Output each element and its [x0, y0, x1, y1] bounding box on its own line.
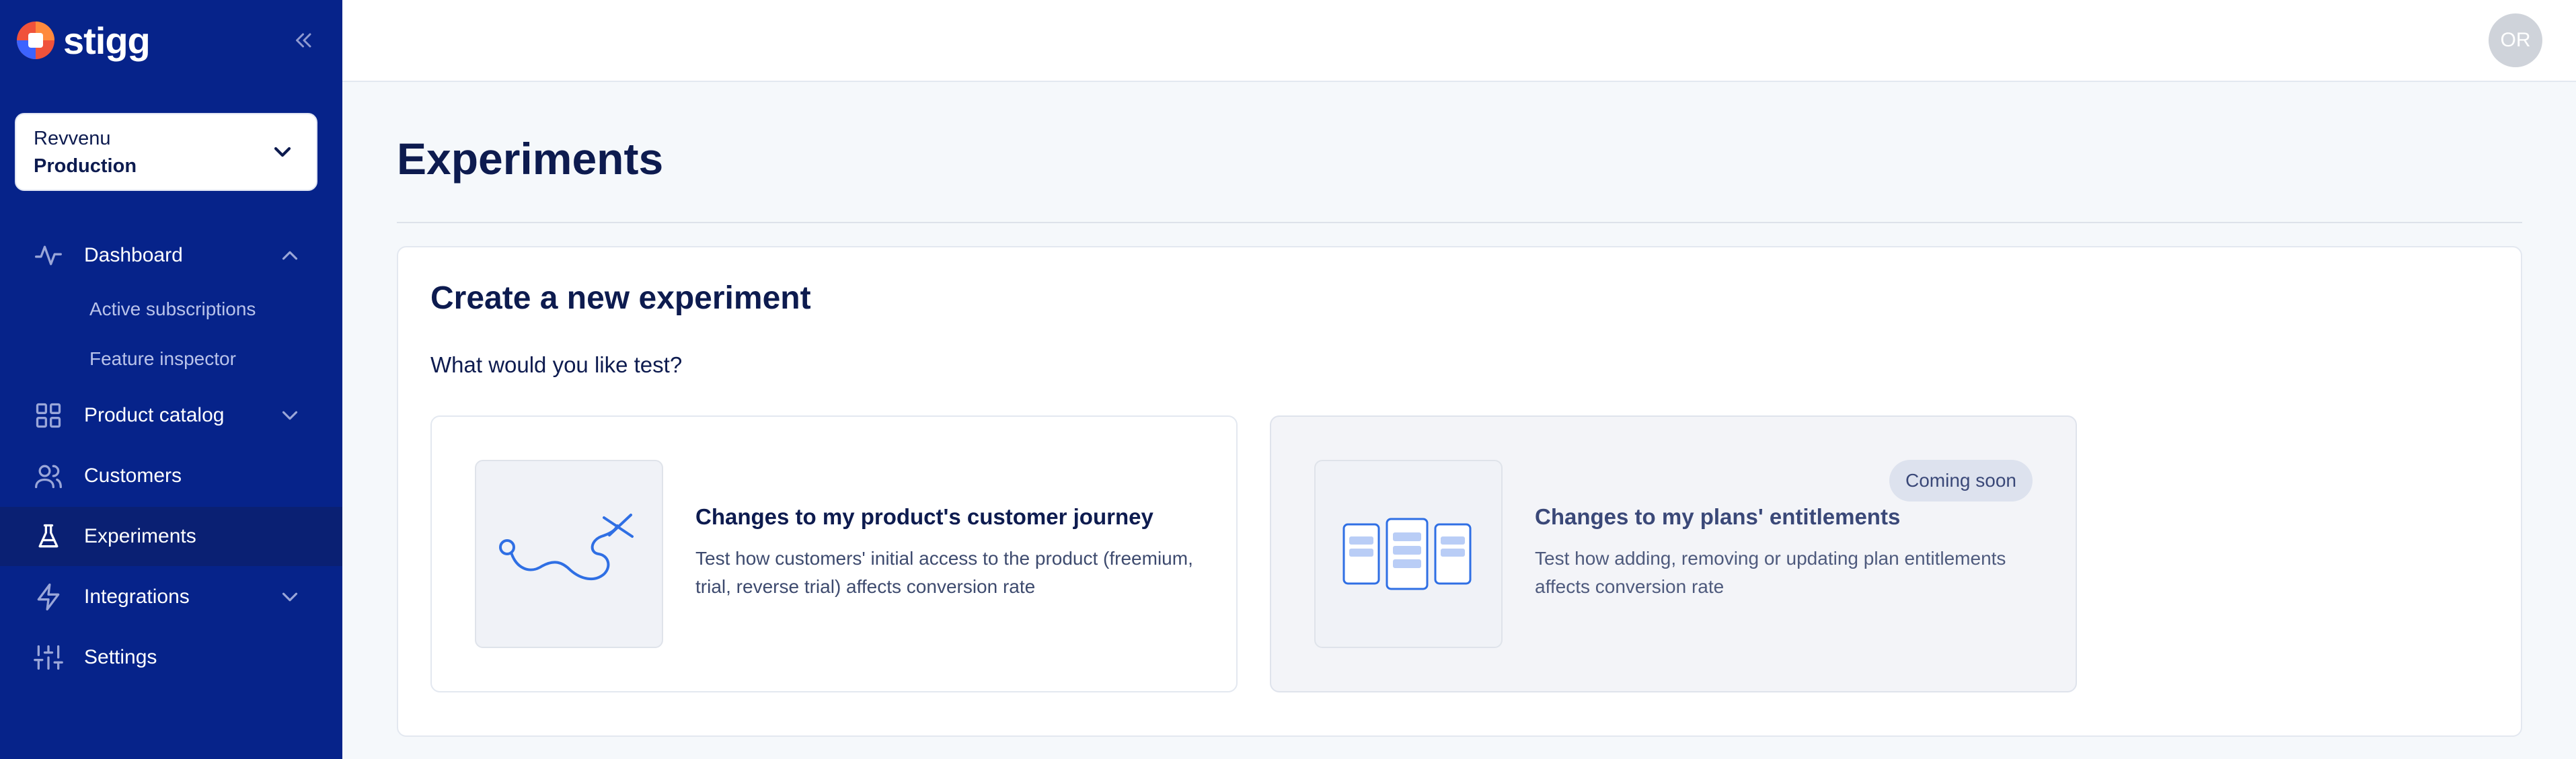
journey-illustration [475, 460, 663, 648]
brand-logo[interactable]: stigg [15, 19, 151, 62]
nav-item-customers[interactable]: Customers [0, 446, 342, 506]
nav-item-experiments[interactable]: Experiments [0, 507, 342, 566]
plans-icon [1342, 518, 1472, 590]
nav-sub-feature-inspector[interactable]: Feature inspector [89, 348, 236, 370]
brand-name: stigg [63, 19, 151, 62]
create-experiment-panel: Create a new experiment What would you l… [397, 246, 2522, 737]
nav-label-product-catalog: Product catalog [84, 404, 225, 426]
users-icon [35, 465, 62, 489]
collapse-sidebar-button[interactable] [289, 26, 319, 55]
chevron-up-icon [282, 251, 298, 260]
nav-item-settings[interactable]: Settings [0, 628, 342, 687]
environment-name: Production [34, 155, 137, 177]
nav-label-experiments: Experiments [84, 525, 196, 547]
nav-label-settings: Settings [84, 646, 157, 668]
environment-org: Revvenu [34, 128, 111, 149]
panel-question: What would you like test? [430, 352, 683, 377]
chevron-down-icon [274, 147, 291, 157]
plans-illustration [1314, 460, 1503, 648]
card-title: Changes to my product's customer journey [695, 504, 1153, 529]
page-title: Experiments [397, 134, 664, 184]
journey-path-icon [499, 514, 634, 581]
collapse-icon [296, 33, 311, 48]
title-divider [397, 222, 2522, 223]
activity-icon [35, 245, 62, 266]
panel-title: Create a new experiment [430, 280, 811, 316]
flask-icon [38, 524, 59, 548]
nav-item-product-catalog[interactable]: Product catalog [0, 386, 342, 445]
nav-label-dashboard: Dashboard [84, 244, 183, 266]
stigg-logo-icon [17, 22, 54, 59]
nav-label-integrations: Integrations [84, 586, 190, 608]
sidebar: stigg Revvenu Production Dashboard Activ… [0, 0, 342, 759]
nav-item-dashboard[interactable]: Dashboard [0, 226, 342, 285]
environment-select[interactable]: Revvenu Production [15, 113, 317, 191]
experiment-option-plan-entitlements: Coming soon Changes to my plans' entitle… [1270, 415, 2077, 692]
chevron-down-icon [282, 592, 298, 602]
coming-soon-badge: Coming soon [1889, 460, 2033, 502]
grid-icon [36, 403, 61, 428]
avatar[interactable]: OR [2489, 13, 2542, 67]
sliders-icon [34, 645, 63, 670]
topbar: OR [342, 0, 2576, 82]
card-description: Test how customers' initial access to th… [695, 548, 1193, 597]
nav-item-integrations[interactable]: Integrations [0, 567, 342, 627]
nav-sub-active-subscriptions[interactable]: Active subscriptions [89, 298, 256, 320]
card-description: Test how adding, removing or updating pl… [1535, 548, 2006, 597]
experiment-option-customer-journey[interactable]: Changes to my product's customer journey… [430, 415, 1238, 692]
nav-label-customers: Customers [84, 465, 182, 487]
card-title: Changes to my plans' entitlements [1535, 504, 1901, 529]
zap-icon [37, 584, 60, 610]
chevron-down-icon [282, 411, 298, 420]
